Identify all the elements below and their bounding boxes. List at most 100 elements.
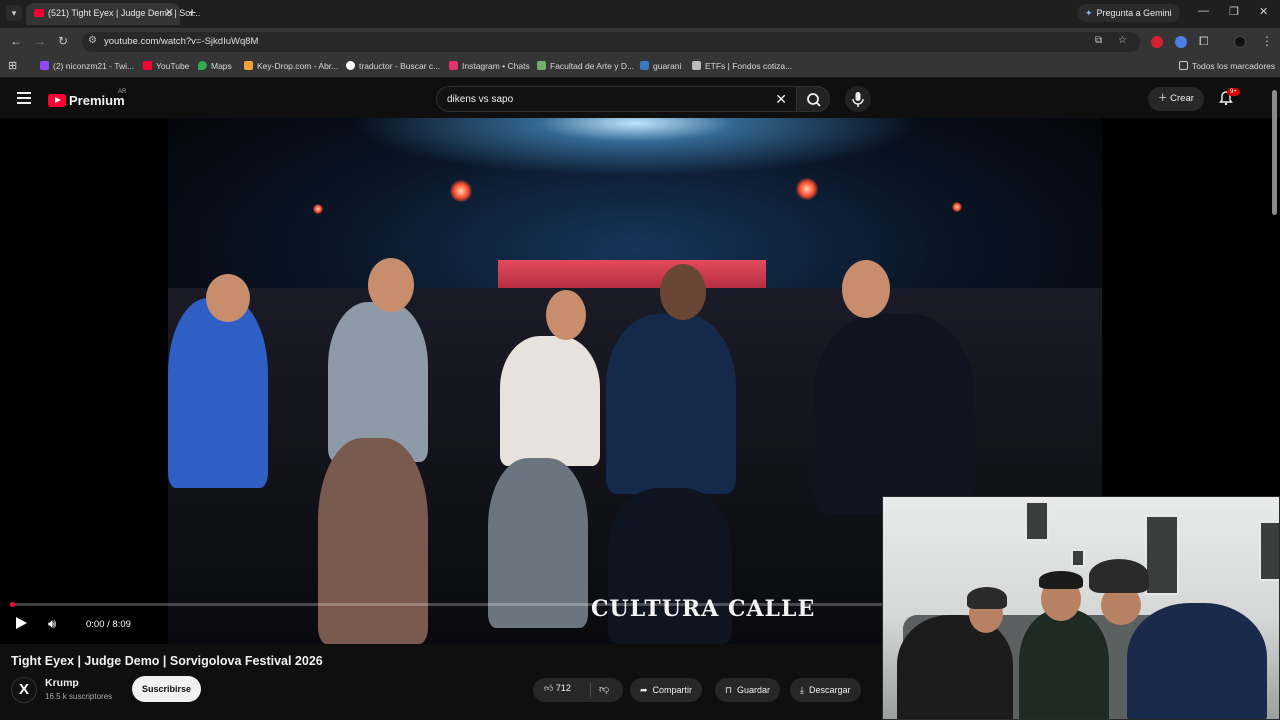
bookmark-item[interactable]: YouTube (143, 61, 189, 71)
bookmark-item[interactable]: traductor - Buscar c... (346, 61, 440, 71)
back-icon[interactable]: ← (10, 34, 22, 48)
volume-icon[interactable]: 🔊︎ (48, 616, 56, 632)
share-arrow-icon: ➦ (640, 685, 648, 695)
bookmark-item[interactable]: Facultad de Arte y D... (537, 61, 634, 71)
channel-name[interactable]: Krump (45, 677, 79, 689)
gemini-button[interactable]: ✦ Pregunta a Gemini (1077, 4, 1180, 22)
faculty-icon (537, 61, 546, 70)
tab-search-dropdown-icon[interactable]: ▾ (6, 5, 22, 21)
browser-tab-bar: ▾ (521) Tight Eyex | Judge Demo | Sor...… (0, 0, 1280, 28)
youtube-premium-logo[interactable]: Premium AR (48, 89, 127, 110)
person (1019, 609, 1109, 719)
person-cap (1089, 559, 1149, 593)
stage-light (313, 204, 323, 214)
divider (590, 683, 591, 697)
google-icon (346, 61, 355, 70)
extension-blue-icon[interactable] (1175, 36, 1187, 48)
bookmark-icon: ⊓ (725, 685, 733, 695)
person (897, 615, 1013, 719)
all-bookmarks-folder[interactable]: Todos los marcadores (1179, 61, 1275, 71)
bookmark-item[interactable]: Maps (198, 61, 232, 71)
save-button[interactable]: ⊓ Guardar (715, 678, 781, 702)
person (814, 314, 974, 514)
notification-badge: 9+ (1227, 88, 1240, 96)
person (1127, 603, 1267, 719)
person-head (368, 258, 414, 312)
restore-icon[interactable]: ❐ (1229, 5, 1239, 18)
instagram-icon (449, 61, 458, 70)
omnibox[interactable]: ⚙ youtube.com/watch?v=-SjkdIuWq8M ⧉ ☆ (82, 32, 1140, 52)
person-head (660, 264, 706, 320)
bookmark-item[interactable]: ETFs | Fondos cotiza... (692, 61, 792, 71)
etfs-icon (692, 61, 701, 70)
like-button[interactable]: 👍︎ 712 (544, 683, 571, 694)
person (318, 438, 428, 644)
page-scrollbar[interactable] (1272, 90, 1277, 215)
thumbs-up-icon: 👍︎ (544, 683, 556, 693)
install-app-icon[interactable]: ⧉ (1095, 35, 1102, 46)
voice-search-button[interactable] (845, 86, 871, 112)
like-dislike-group: 👍︎ 712 👎︎ (533, 678, 623, 702)
download-icon: ⤓ (800, 685, 804, 695)
site-info-icon[interactable]: ⚙ (88, 35, 97, 46)
url-text: youtube.com/watch?v=-SjkdIuWq8M (104, 36, 259, 47)
chrome-menu-icon[interactable]: ⋮ (1261, 34, 1273, 48)
person-cap (967, 587, 1007, 609)
wall-poster (1145, 515, 1179, 595)
guarani-icon (640, 61, 649, 70)
search-query: dikens vs sapo (447, 94, 514, 105)
maps-pin-icon (198, 61, 207, 70)
plus-icon: ＋ (1158, 93, 1171, 104)
search-icon (807, 93, 821, 107)
youtube-favicon-icon (34, 9, 44, 17)
channel-avatar[interactable]: X (11, 677, 37, 703)
share-button[interactable]: ➦ Compartir (630, 678, 703, 702)
search-button[interactable] (796, 86, 830, 112)
guide-menu-icon[interactable] (17, 92, 31, 104)
clear-search-icon[interactable]: ✕ (775, 91, 787, 108)
stage-light (952, 202, 962, 212)
stage-light (450, 180, 472, 202)
bookmark-star-icon[interactable]: ☆ (1118, 35, 1127, 46)
twitch-icon (40, 61, 49, 70)
bookmarks-bar: ⊞ (2) niconzm21 - Twi... YouTube Maps Ke… (0, 56, 1280, 78)
browser-tab-active[interactable]: (521) Tight Eyex | Judge Demo | Sor... ✕ (26, 3, 200, 25)
download-button[interactable]: ⤓ Descargar (790, 678, 861, 702)
close-window-icon[interactable]: ✕ (1259, 5, 1268, 18)
forward-icon[interactable]: → (34, 34, 46, 48)
scrubber-handle[interactable] (10, 602, 15, 607)
search-input[interactable]: dikens vs sapo ✕ (436, 86, 798, 112)
wall-frame (1071, 549, 1085, 567)
apps-grid-icon[interactable]: ⊞ (8, 59, 17, 72)
reload-icon[interactable]: ↻ (58, 34, 68, 48)
bookmark-item[interactable]: Instagram • Chats (449, 61, 530, 71)
logo-text: Premium (69, 93, 125, 108)
subscribe-button[interactable]: Suscribirse (132, 676, 202, 702)
person-head (842, 260, 890, 318)
extensions-puzzle-icon[interactable]: ⧠ (1199, 34, 1209, 49)
profile-avatar[interactable] (1234, 36, 1246, 48)
folder-icon (1179, 61, 1188, 70)
youtube-play-logo-icon (48, 94, 66, 107)
person-head (546, 290, 586, 340)
bookmark-item[interactable]: guarani (640, 61, 681, 71)
country-code: AR (118, 89, 127, 95)
bookmark-item[interactable]: Key-Drop.com - Abr... (244, 61, 338, 71)
close-tab-icon[interactable]: ✕ (165, 6, 174, 19)
person-head (206, 274, 250, 322)
person (168, 298, 268, 488)
youtube-header: Premium AR dikens vs sapo ✕ ＋ Crear 9+ (0, 80, 1280, 118)
bookmark-item[interactable]: (2) niconzm21 - Twi... (40, 61, 134, 71)
play-button[interactable] (14, 616, 28, 635)
person-hair (1039, 571, 1083, 589)
gemini-spark-icon: ✦ (1085, 8, 1093, 18)
wall-poster (1259, 521, 1279, 581)
youtube-icon (143, 61, 152, 70)
dislike-button[interactable]: 👎︎ (599, 683, 609, 695)
extension-red-icon[interactable] (1151, 36, 1163, 48)
minimize-icon[interactable]: — (1198, 5, 1209, 17)
thumbs-down-icon: 👎︎ (599, 684, 610, 695)
new-tab-icon[interactable]: + (188, 4, 196, 20)
create-button[interactable]: ＋ Crear (1148, 87, 1204, 111)
subscriber-count: 16.5 k suscriptores (45, 692, 113, 701)
